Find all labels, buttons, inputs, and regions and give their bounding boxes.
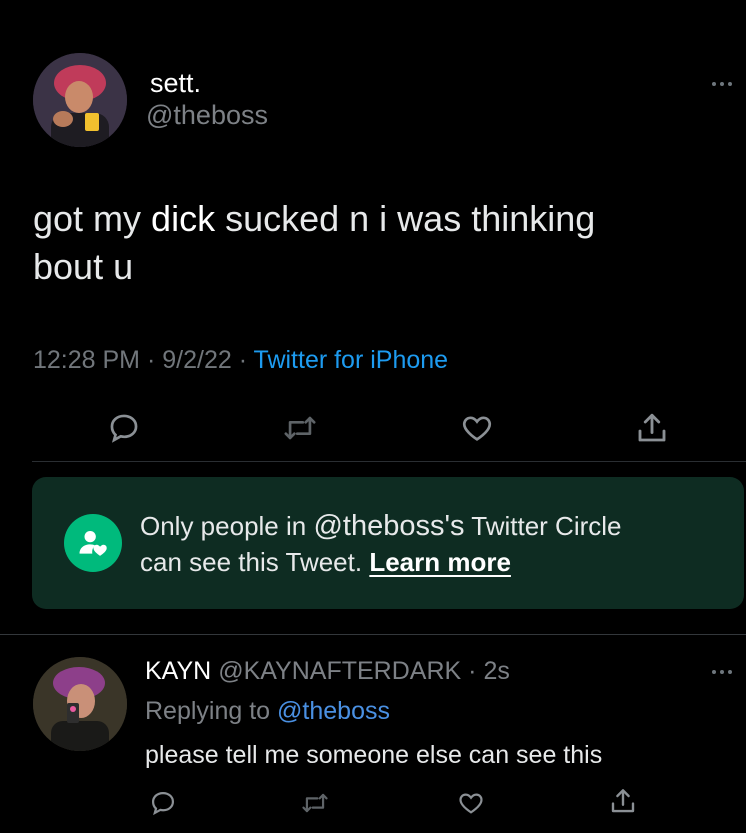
more-options-icon[interactable] [712,82,732,86]
reply-avatar-image [33,657,127,751]
reply-reply-button[interactable] [146,786,180,820]
tweet-meta: 12:28 PM · 9/2/22 · Twitter for iPhone [33,346,449,374]
reply-text: please tell me someone else can see this [145,741,603,769]
circle-handle[interactable]: @theboss's [313,510,464,542]
circle-notice-line2: can see this Tweet. Learn more [140,547,511,577]
circle-notice-text: Only people in @theboss's Twitter Circle… [140,508,622,580]
tweet-text-emphasis: dick [151,198,216,239]
heart-icon [459,793,483,814]
tweet-text-line2: bout u [33,246,134,287]
avatar-image [33,53,127,147]
circle-notice-line1: Only people in @theboss's Twitter Circle [140,510,622,542]
share-icon [638,413,666,442]
tweet-text: got my dick sucked n i was thinking bout… [33,195,713,291]
reply-button[interactable] [104,408,144,448]
share-icon [611,789,635,813]
reply-header: KAYN @KAYNAFTERDARK · 2s [145,657,510,685]
display-name[interactable]: sett. [150,68,201,99]
heart-icon [462,416,492,441]
divider [32,461,746,462]
reply-icon [151,791,175,816]
tweet-time[interactable]: 12:28 PM [33,346,140,374]
reply-share-button[interactable] [606,784,640,818]
reply-avatar[interactable] [33,657,127,751]
divider [0,634,746,635]
replying-to-handle[interactable]: @theboss [277,697,390,725]
retweet-button[interactable] [280,408,320,448]
handle[interactable]: @theboss [146,100,268,131]
tweet-date[interactable]: 9/2/22 [162,346,232,374]
retweet-icon [284,416,316,440]
tweet-text-line1: got my dick sucked n i was thinking [33,198,596,239]
reply-handle[interactable]: @KAYNAFTERDARK [218,657,461,685]
circle-icon [64,514,122,572]
reply-more-options-icon[interactable] [712,670,732,674]
replying-to: Replying to @theboss [145,697,390,725]
reply-like-button[interactable] [454,786,488,820]
like-button[interactable] [457,408,497,448]
reply-age[interactable]: 2s [483,657,509,685]
tweet-source[interactable]: Twitter for iPhone [254,346,449,374]
reply-retweet-button[interactable] [298,786,332,820]
reply-display-name[interactable]: KAYN [145,657,211,685]
avatar[interactable] [33,53,127,147]
retweet-icon [302,793,328,813]
share-button[interactable] [632,408,672,448]
learn-more-link[interactable]: Learn more [369,547,511,577]
reply-icon [110,414,138,443]
